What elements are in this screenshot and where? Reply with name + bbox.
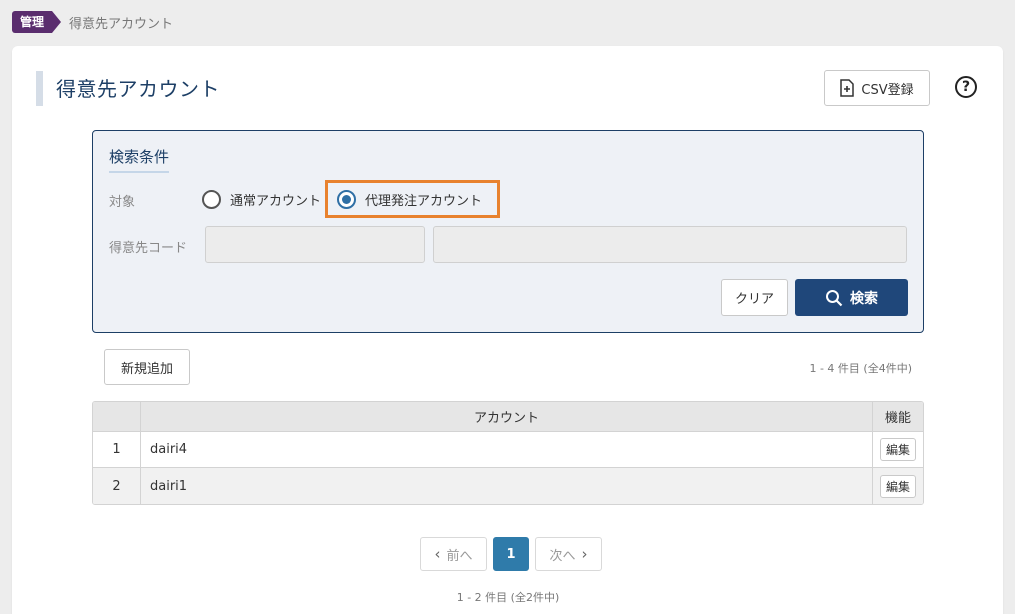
chevron-right-icon: › bbox=[581, 545, 588, 563]
row-number: 2 bbox=[93, 468, 141, 504]
breadcrumb-tag[interactable]: 管理 bbox=[12, 11, 62, 33]
title-accent-bar bbox=[36, 71, 43, 106]
radio-proxy-label: 代理発注アカウント bbox=[365, 193, 483, 209]
breadcrumb: 管理 得意先アカウント bbox=[12, 10, 173, 34]
clear-button[interactable]: クリア bbox=[721, 279, 788, 316]
target-label: 対象 bbox=[109, 195, 136, 210]
search-icon bbox=[826, 289, 843, 306]
customer-name-input[interactable] bbox=[433, 226, 907, 263]
help-icon[interactable]: ? bbox=[955, 76, 977, 98]
result-count-top: 1 - 4 件目 (全4件中) bbox=[809, 362, 912, 375]
row-number: 1 bbox=[93, 432, 141, 467]
edit-button[interactable]: 編集 bbox=[879, 474, 916, 498]
next-label: 次へ bbox=[549, 548, 576, 564]
file-plus-icon bbox=[840, 79, 855, 97]
main-card: 得意先アカウント CSV登録 ? 検索条件 対象 通常アカウント 代理発注アカウ… bbox=[12, 46, 1003, 614]
prev-label: 前へ bbox=[446, 548, 473, 564]
chevron-left-icon: ‹ bbox=[434, 545, 441, 563]
edit-button[interactable]: 編集 bbox=[879, 438, 916, 461]
table-header: アカウント 機能 bbox=[93, 402, 923, 432]
pagination: ‹ 前へ 1 次へ › bbox=[420, 537, 602, 571]
search-panel: 検索条件 対象 通常アカウント 代理発注アカウント 得意先コード クリア 検索 bbox=[92, 130, 924, 333]
result-count-bottom: 1 - 2 件目 (全2件中) bbox=[456, 591, 560, 604]
table-row: 2 dairi1 編集 bbox=[93, 468, 923, 504]
search-panel-title: 検索条件 bbox=[109, 146, 170, 173]
page-title: 得意先アカウント bbox=[56, 77, 220, 101]
radio-proxy-account[interactable]: 代理発注アカウント bbox=[325, 180, 500, 218]
row-account: dairi1 bbox=[141, 468, 873, 504]
customer-code-label: 得意先コード bbox=[109, 241, 188, 256]
search-button[interactable]: 検索 bbox=[795, 279, 908, 316]
page-number-current[interactable]: 1 bbox=[493, 537, 529, 571]
table-row: 1 dairi4 編集 bbox=[93, 432, 923, 468]
csv-register-button[interactable]: CSV登録 bbox=[824, 70, 930, 106]
search-button-label: 検索 bbox=[850, 290, 878, 307]
prev-page-button[interactable]: ‹ 前へ bbox=[420, 537, 487, 571]
radio-normal-account[interactable]: 通常アカウント bbox=[202, 190, 321, 209]
csv-register-label: CSV登録 bbox=[861, 82, 914, 98]
radio-checked-icon bbox=[337, 189, 356, 209]
account-table: アカウント 機能 1 dairi4 編集 2 dairi1 編集 bbox=[92, 401, 924, 505]
next-page-button[interactable]: 次へ › bbox=[535, 537, 602, 571]
row-function-cell: 編集 bbox=[873, 432, 923, 467]
row-function-cell: 編集 bbox=[873, 468, 923, 504]
radio-normal-label: 通常アカウント bbox=[230, 194, 322, 209]
add-new-button[interactable]: 新規追加 bbox=[104, 349, 190, 385]
header-number bbox=[93, 402, 141, 431]
row-account: dairi4 bbox=[141, 432, 873, 467]
customer-code-input[interactable] bbox=[205, 226, 425, 263]
breadcrumb-current: 得意先アカウント bbox=[69, 16, 174, 32]
header-function: 機能 bbox=[884, 411, 911, 426]
header-account: アカウント bbox=[141, 402, 873, 431]
radio-circle-icon bbox=[202, 190, 221, 209]
